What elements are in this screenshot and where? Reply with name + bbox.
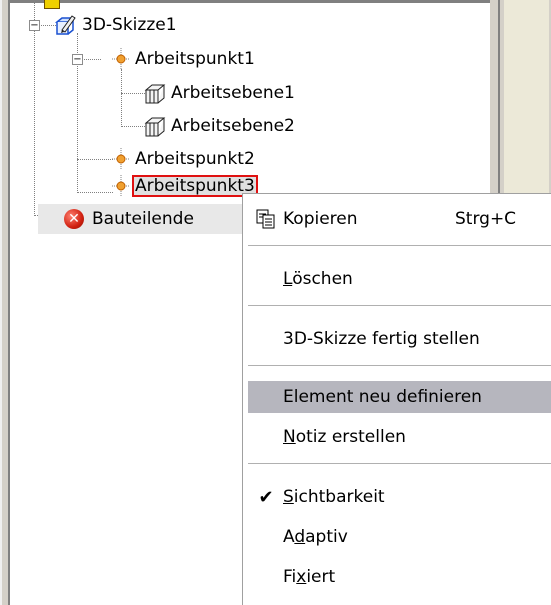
tree-item-arbeitsebene1[interactable]: Arbeitsebene1: [144, 81, 297, 105]
menu-label-notiz-erstellen: Notiz erstellen: [283, 427, 406, 447]
tree-item-arbeitspunkt1[interactable]: Arbeitspunkt1: [112, 47, 257, 71]
work-plane-icon: [144, 115, 166, 137]
tree-label-arbeitspunkt3: Arbeitspunkt3: [132, 175, 258, 197]
checkmark-icon: ✔: [258, 486, 274, 508]
window-left-border: [0, 0, 10, 605]
tree-label-arbeitspunkt2: Arbeitspunkt2: [135, 149, 255, 169]
menu-item-sichtbarkeit[interactable]: ✔ Sichtbarkeit: [248, 481, 551, 513]
work-point-icon: [112, 175, 130, 197]
tree-label-arbeitspunkt1: Arbeitspunkt1: [135, 49, 255, 69]
copy-icon: [254, 207, 278, 231]
menu-item-3d-skizze-fertig[interactable]: 3D-Skizze fertig stellen: [248, 323, 551, 355]
menu-item-fixiert[interactable]: Fixiert: [248, 561, 551, 593]
tree-item-arbeitspunkt3[interactable]: Arbeitspunkt3: [112, 174, 258, 198]
menu-separator: [248, 245, 551, 246]
menu-item-kopieren[interactable]: Kopieren Strg+C: [248, 203, 551, 235]
collapse-toggle-root[interactable]: −: [29, 20, 40, 31]
menu-item-adaptiv[interactable]: Adaptiv: [248, 521, 551, 553]
3d-sketch-icon: [54, 14, 76, 36]
menu-label-element-neu-definieren: Element neu definieren: [283, 387, 482, 407]
context-menu: Kopieren Strg+C Löschen 3D-Skizze fertig…: [242, 193, 551, 605]
tree-label-3d-sketch: 3D-Skizze1: [82, 15, 177, 35]
menu-label-adaptiv: Adaptiv: [283, 527, 348, 547]
menu-separator: [248, 305, 551, 306]
menu-item-loeschen[interactable]: Löschen: [248, 263, 551, 295]
menu-label-3d-skizze-fertig: 3D-Skizze fertig stellen: [283, 329, 480, 349]
menu-label-kopieren: Kopieren: [283, 209, 358, 229]
work-plane-icon: [144, 82, 166, 104]
menu-label-loeschen: Löschen: [283, 269, 353, 289]
menu-label-fixiert: Fixiert: [283, 567, 336, 587]
tree-label-bauteilende: Bauteilende: [92, 209, 194, 229]
menu-label-sichtbarkeit: Sichtbarkeit: [283, 487, 385, 507]
menu-separator: [248, 365, 551, 366]
error-x-icon: ✕: [64, 209, 84, 229]
tree-item-bauteilende[interactable]: ✕ Bauteilende: [64, 207, 196, 231]
menu-item-element-neu-definieren[interactable]: Element neu definieren: [248, 381, 551, 413]
tree-label-arbeitsebene1: Arbeitsebene1: [171, 83, 295, 103]
work-point-icon: [112, 148, 130, 170]
collapse-toggle-arbeitspunkt1[interactable]: −: [72, 54, 83, 65]
tree-item-3d-sketch[interactable]: 3D-Skizze1: [54, 13, 179, 37]
tree-item-arbeitspunkt2[interactable]: Arbeitspunkt2: [112, 147, 257, 171]
tree-item-arbeitsebene2[interactable]: Arbeitsebene2: [144, 114, 297, 138]
menu-shortcut-kopieren: Strg+C: [455, 209, 517, 229]
work-point-icon: [112, 48, 130, 70]
tree-label-arbeitsebene2: Arbeitsebene2: [171, 116, 295, 136]
menu-separator: [248, 463, 551, 464]
menu-item-notiz-erstellen[interactable]: Notiz erstellen: [248, 421, 551, 453]
